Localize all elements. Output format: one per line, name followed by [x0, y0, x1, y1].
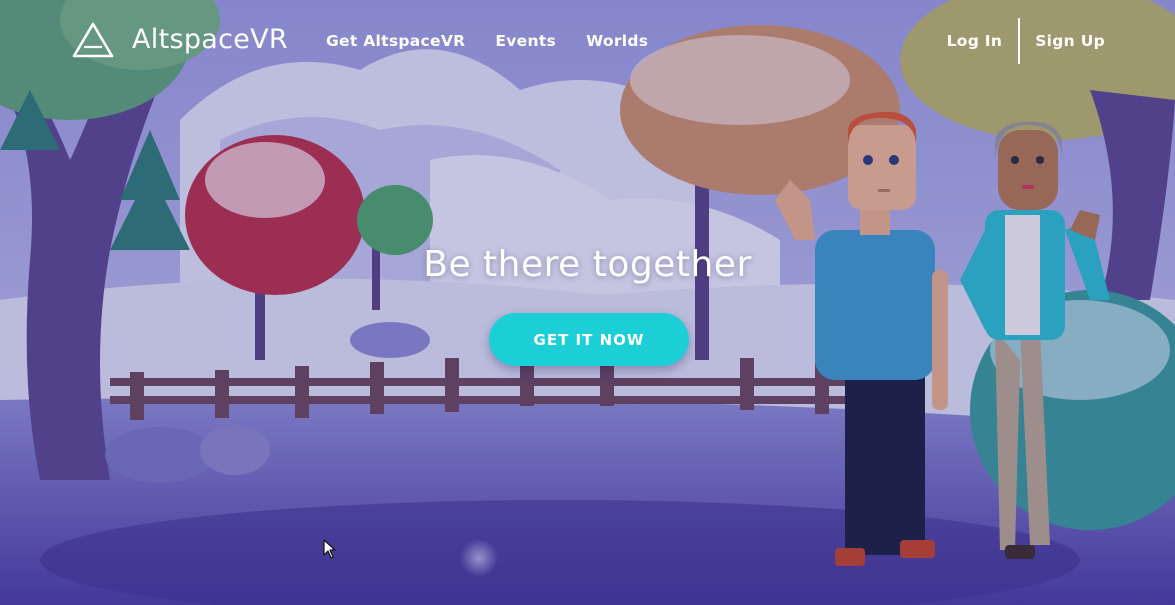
- home-logo-link[interactable]: AltspaceVR: [71, 20, 288, 60]
- altspacevr-homepage: AltspaceVR Get AltspaceVR Events Worlds …: [0, 0, 1175, 605]
- nav-link-worlds[interactable]: Worlds: [586, 30, 648, 52]
- auth-divider: [1018, 18, 1021, 64]
- nav-link-get-altspacevr[interactable]: Get AltspaceVR: [326, 30, 465, 52]
- triangle-logo-icon: [72, 22, 114, 58]
- nav-link-events[interactable]: Events: [495, 30, 556, 52]
- signup-link[interactable]: Sign Up: [1035, 30, 1105, 52]
- login-link[interactable]: Log In: [947, 30, 1003, 52]
- logo-wordmark: AltspaceVR: [132, 24, 288, 55]
- top-navigation-bar: AltspaceVR Get AltspaceVR Events Worlds …: [0, 0, 1175, 82]
- primary-nav: Get AltspaceVR Events Worlds: [326, 30, 648, 52]
- auth-links: Log In Sign Up: [947, 18, 1105, 64]
- mouse-pointer-icon: [323, 539, 336, 559]
- get-it-now-button[interactable]: GET IT NOW: [489, 313, 689, 366]
- hero-heading: Be there together: [423, 244, 752, 285]
- hero-heading-wrapper: Be there together: [0, 241, 1175, 289]
- hero-background-scene: [0, 0, 1175, 605]
